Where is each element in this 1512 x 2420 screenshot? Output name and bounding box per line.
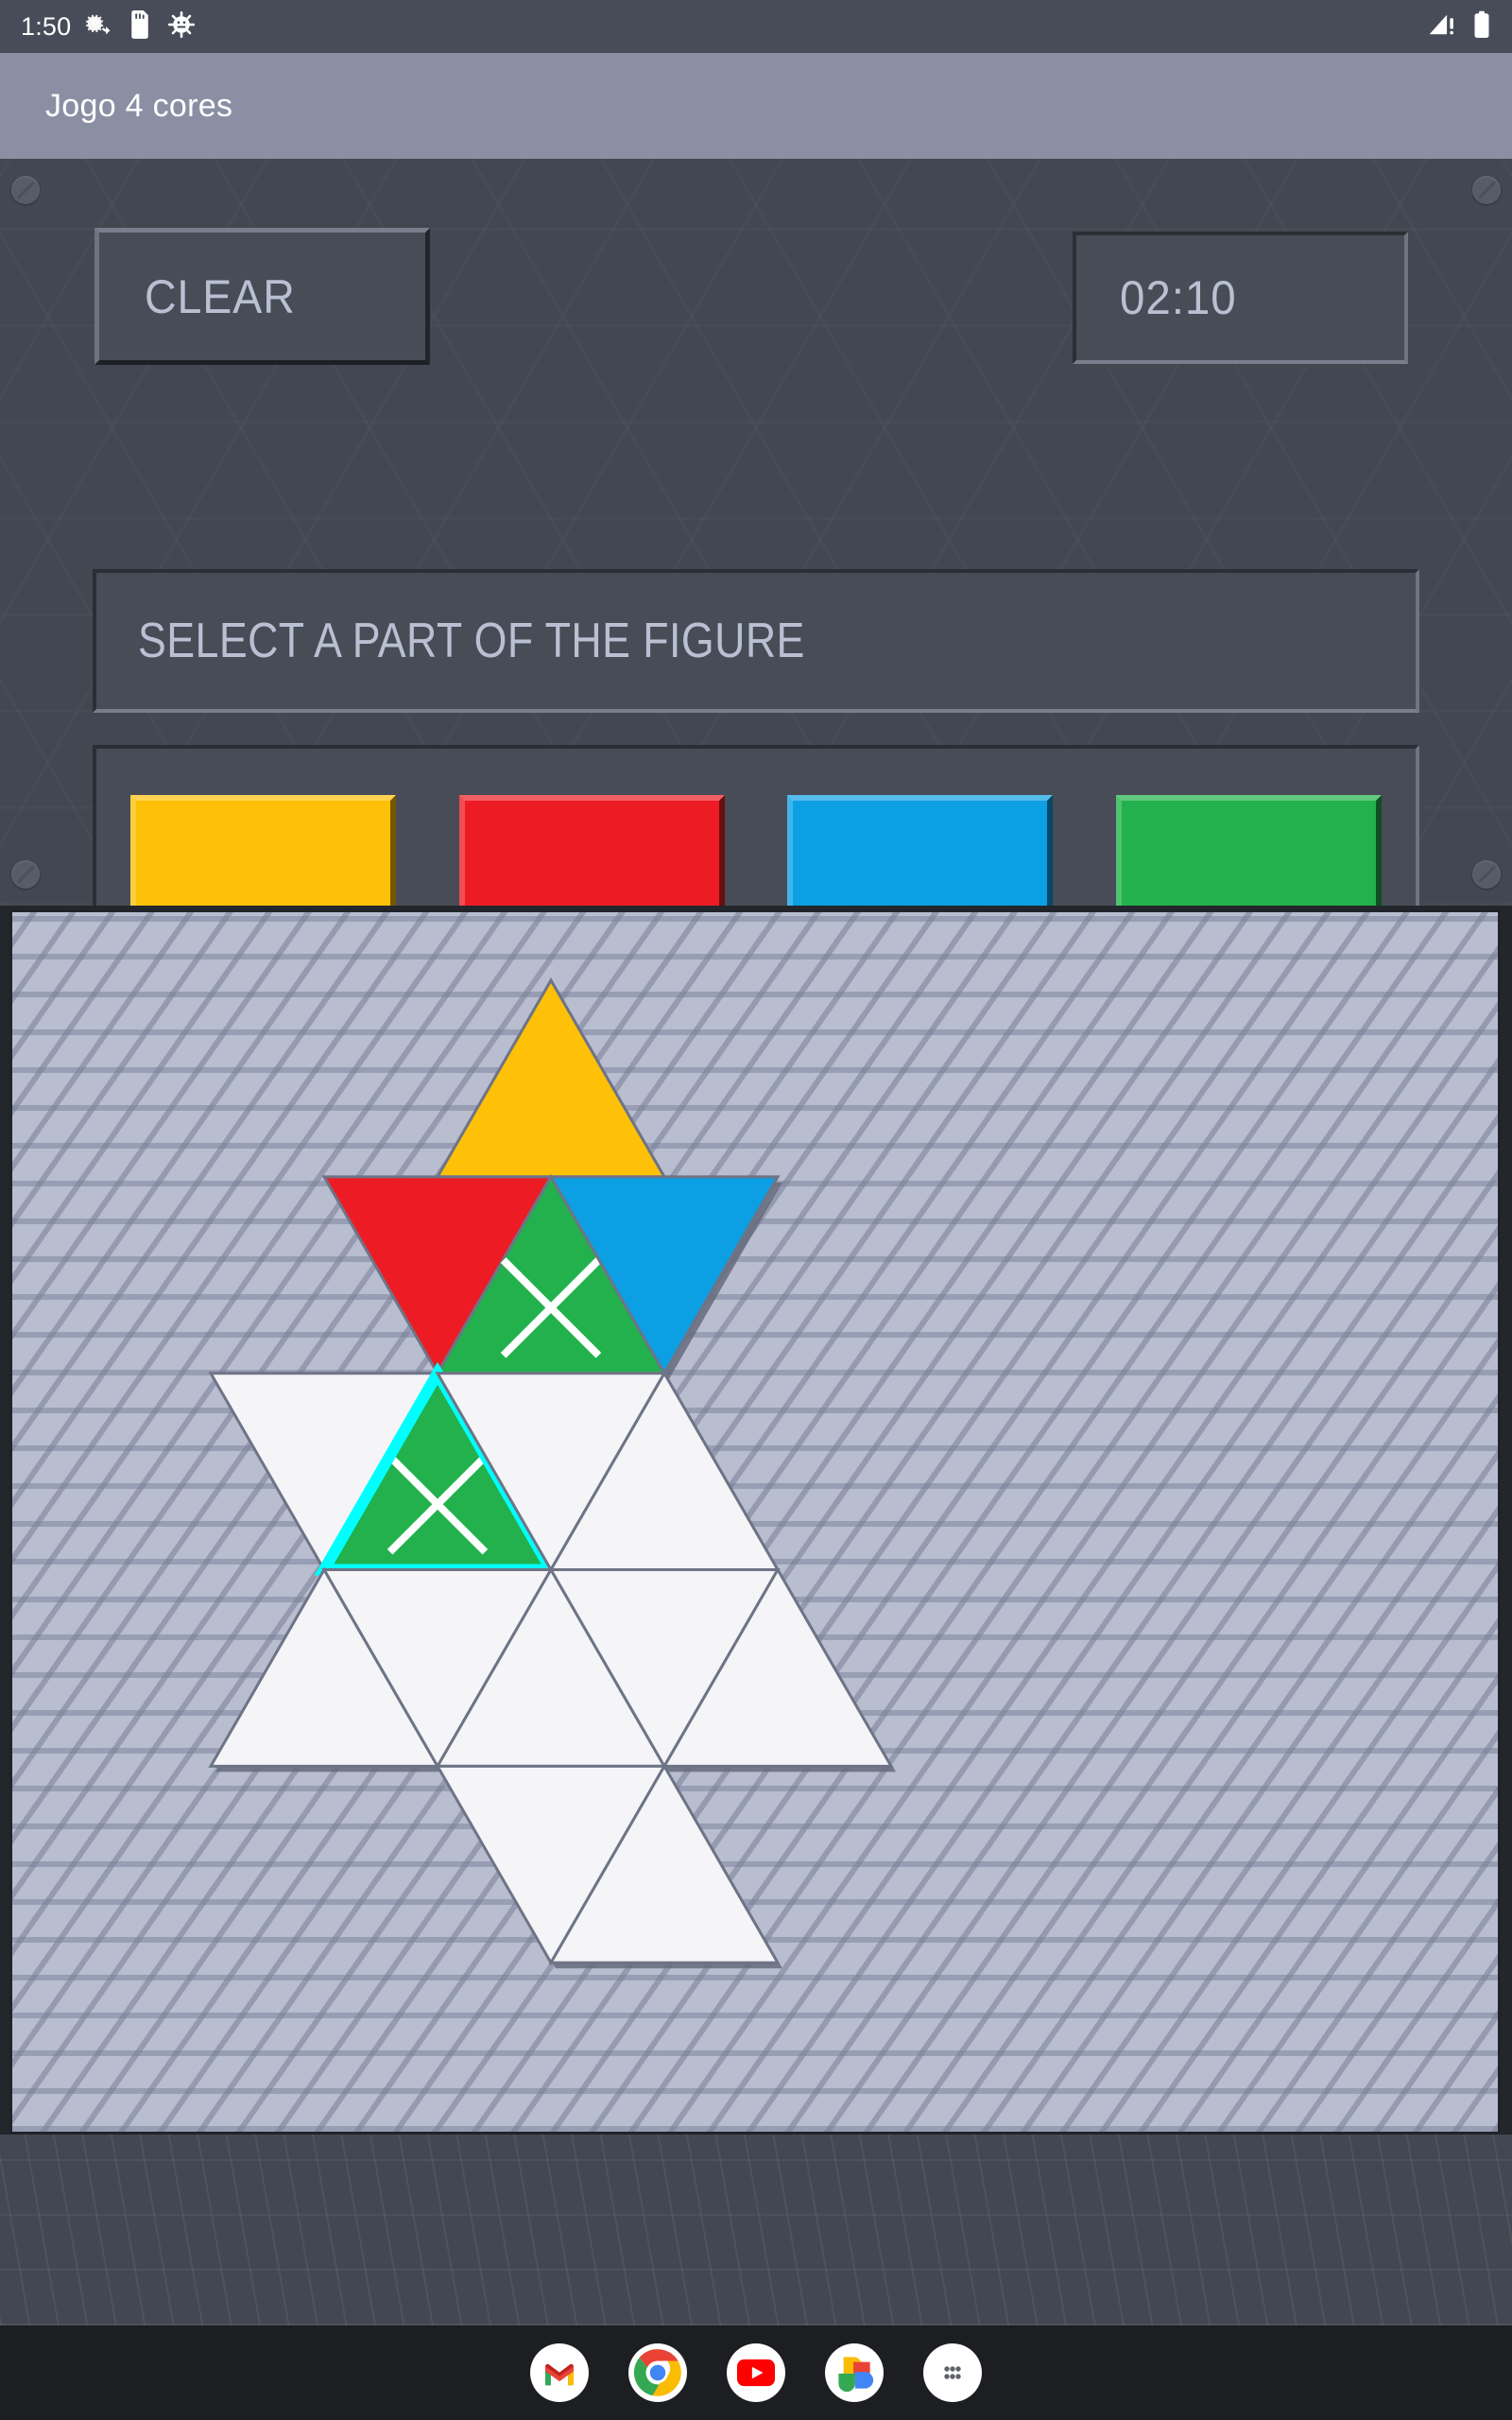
status-left-icons (84, 9, 196, 43)
timer-display: 02:10 (1073, 232, 1408, 364)
cell-signal-warning-icon (1427, 10, 1459, 43)
color-swatch-yellow[interactable] (130, 795, 396, 906)
chrome-icon[interactable] (628, 2343, 687, 2402)
status-bar: 1:50 (0, 0, 1512, 53)
battery-icon (1472, 10, 1491, 43)
color-palette (93, 745, 1419, 906)
screw-icon-top-left (11, 176, 40, 204)
control-panel: CLEAR 02:10 SELECT A PART OF THE FIGURE (0, 159, 1512, 906)
triangle-cell[interactable] (435, 977, 669, 1183)
android-debug-icon (167, 10, 196, 43)
screw-icon-bottom-right (1472, 860, 1501, 889)
app-title: Jogo 4 cores (45, 87, 233, 124)
color-swatch-green[interactable] (1115, 795, 1382, 906)
google-photos-icon[interactable] (825, 2343, 884, 2402)
gmail-icon[interactable] (530, 2343, 589, 2402)
bottom-plate (0, 2135, 1512, 2325)
sd-card-icon (128, 9, 152, 43)
screw-icon-top-right (1472, 176, 1501, 204)
instruction-display: SELECT A PART OF THE FIGURE (93, 569, 1419, 713)
clear-button-label: CLEAR (145, 269, 296, 323)
color-swatch-blue[interactable] (787, 795, 1054, 906)
triangle-grid (208, 977, 896, 1969)
timer-value: 02:10 (1120, 271, 1237, 324)
clear-button[interactable]: CLEAR (94, 228, 430, 365)
instruction-text: SELECT A PART OF THE FIGURE (138, 614, 805, 668)
color-swatch-red[interactable] (458, 795, 725, 906)
youtube-icon[interactable] (727, 2343, 785, 2402)
screw-icon-bottom-left (11, 860, 40, 889)
app-dock (0, 2325, 1512, 2420)
status-right-icons (1427, 10, 1491, 43)
triangle-fill[interactable] (435, 977, 667, 1179)
status-clock: 1:50 (21, 11, 72, 41)
app-drawer-icon[interactable] (923, 2343, 982, 2402)
plate-ridges (0, 2135, 1512, 2325)
settings-sync-icon (84, 10, 112, 43)
game-board[interactable] (9, 909, 1501, 2135)
app-bar: Jogo 4 cores (0, 53, 1512, 159)
